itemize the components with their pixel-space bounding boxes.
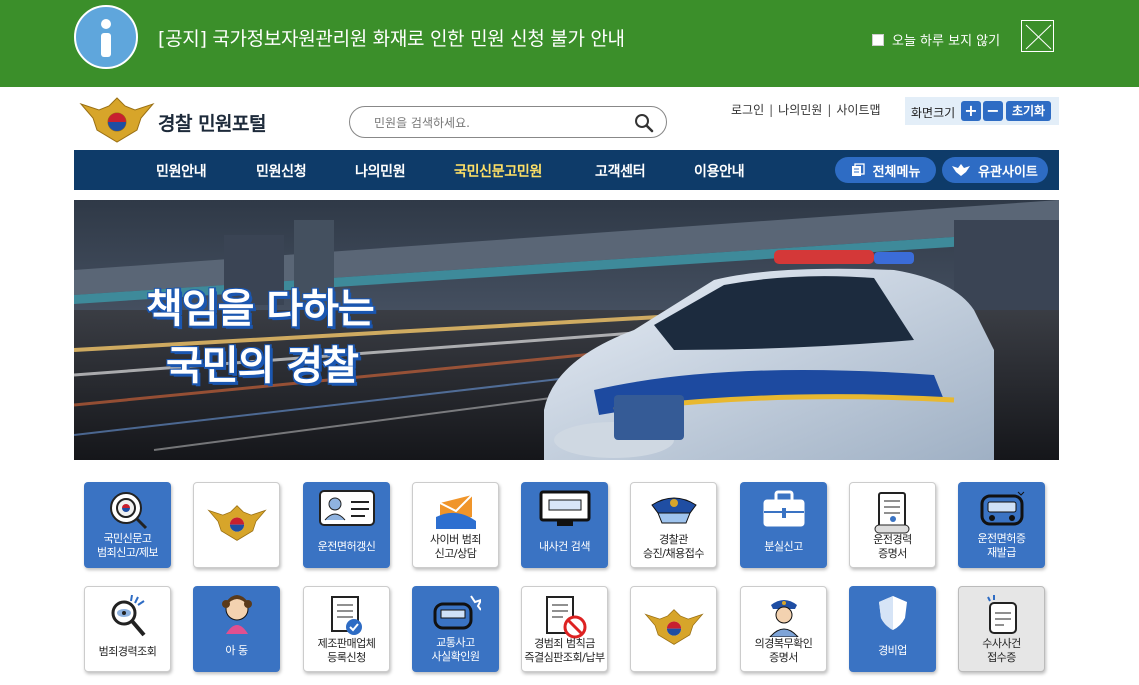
zoom-out-button[interactable]: − [983,101,1003,121]
service-tile[interactable]: 사이버 범죄 신고/상담 [412,482,499,568]
main-nav: 민원안내 민원신청 나의민원 국민신문고민원 고객센터 이용안내 전체메뉴 유관… [74,150,1059,190]
service-tile-label: 경찰관 승진/채용접수 [643,533,704,560]
close-icon [1025,24,1052,50]
related-sites-label: 유관사이트 [978,164,1038,180]
service-tile[interactable]: 분실신고 [740,482,827,568]
service-tile-label: 사이버 범죄 신고/상담 [429,533,482,560]
cyber-mail-icon [435,491,476,533]
notice-link[interactable]: [공지] 국가정보자원관리원 화재로 인한 민원 신청 불가 안내 [158,24,625,51]
nav-item-customer[interactable]: 고객센터 [595,161,646,181]
police-emblem-icon [643,607,704,651]
conscript-officer-icon [767,595,801,641]
report-target-icon [108,490,148,534]
service-tile[interactable]: 운전경력 증명서 [849,482,936,568]
search-input[interactable] [374,113,624,133]
emblem-small-icon [952,164,971,176]
related-sites-button[interactable]: 유관사이트 [942,157,1048,183]
service-tile-label: 국민신문고 범죄신고/제보 [97,532,158,559]
service-tile-label: 범죄경력조회 [98,645,157,658]
bus-reissue-icon [978,490,1026,534]
banner-headline-1: 책임을 다하는 [146,286,375,332]
child-icon [220,594,254,640]
service-tile[interactable]: 제조판매업체 등록신청 [303,586,390,672]
service-tile-label: 경비업 [878,644,907,657]
my-complaints-link[interactable]: 나의민원 [778,101,822,118]
sitemap-link[interactable]: 사이트맵 [836,101,880,118]
certificate-scroll-icon [873,491,913,539]
service-tile-label: 제조판매업체 등록신청 [317,637,376,664]
close-notice-button[interactable] [1021,20,1054,52]
lost-bag-icon [762,490,806,532]
service-tile[interactable]: 의경복무확인 증명서 [740,586,827,672]
divider: | [827,102,832,117]
service-tile-label: 운전면허증 재발급 [977,532,1026,559]
search-icon[interactable] [634,113,654,133]
service-tile[interactable]: 범죄경력조회 [84,586,171,672]
service-tile-label: 아 동 [225,644,248,657]
dismiss-today-label: 오늘 하루 보지 않기 [892,34,1001,49]
login-link[interactable]: 로그인 [731,101,764,118]
menu-doc-icon [851,163,865,176]
service-tile[interactable]: 운전면허증 재발급 [958,482,1045,568]
shield-icon [877,594,909,636]
case-receipt-icon [984,595,1020,639]
service-tile[interactable]: 국민신문고 범죄신고/제보 [84,482,171,568]
utility-links: 로그인 | 나의민원 | 사이트맵 [731,101,881,118]
nav-item-my[interactable]: 나의민원 [355,161,406,181]
car-accident-icon [431,594,483,638]
service-tile[interactable] [630,586,717,672]
divider: | [769,102,774,117]
zoom-label: 화면크기 [911,106,956,120]
service-tile[interactable]: 경범죄 범칙금 즉결심판조회/납부 [521,586,608,672]
service-tile[interactable]: 내사건 검색 [521,482,608,568]
service-tile[interactable]: 교통사고 사실확인원 [412,586,499,672]
service-tile[interactable]: 경찰관 승진/채용접수 [630,482,717,568]
dismiss-today-checkbox[interactable]: 오늘 하루 보지 않기 [872,30,1000,49]
banner-headline-2: 국민의 경찰 [166,343,359,389]
zoom-in-button[interactable]: + [961,101,981,121]
checkbox-box[interactable] [872,33,884,46]
service-tile-label: 운전경력 증명서 [873,533,912,560]
monitor-search-icon [539,490,591,532]
police-emblem-logo[interactable] [79,96,155,144]
nav-item-epeople[interactable]: 국민신문고민원 [454,161,542,181]
fine-document-icon [543,595,587,643]
service-tile-label: 운전면허갱신 [317,540,376,553]
info-icon [74,5,138,69]
nav-item-apply[interactable]: 민원신청 [256,161,307,181]
hero-banner[interactable]: 책임을 다하는 국민의 경찰 [74,200,1059,460]
document-check-icon [330,595,364,641]
magnifier-eye-icon [108,594,148,643]
service-tile[interactable] [193,482,280,568]
all-menu-label: 전체메뉴 [872,164,921,180]
notice-bar: [공지] 국가정보자원관리원 화재로 인한 민원 신청 불가 안내 오늘 하루 … [0,0,1139,87]
service-tile[interactable]: 아 동 [193,586,280,672]
police-emblem-icon [206,503,267,547]
search-box [349,106,667,138]
service-tile-label: 분실신고 [764,540,803,553]
nav-item-guide[interactable]: 민원안내 [156,161,207,181]
service-tile-label: 교통사고 사실확인원 [431,636,480,663]
service-tile-label: 의경복무확인 증명서 [754,637,813,664]
license-card-icon [318,490,375,530]
service-tile[interactable]: 수사사건 접수증 [958,586,1045,672]
service-tile[interactable]: 경비업 [849,586,936,672]
service-tile-label: 수사사건 접수증 [982,637,1021,664]
zoom-reset-button[interactable]: 초기화 [1006,101,1051,121]
police-cap-icon [650,491,698,529]
all-menu-button[interactable]: 전체메뉴 [835,157,936,183]
service-tile-label: 내사건 검색 [538,540,591,553]
nav-item-usage[interactable]: 이용안내 [694,161,745,181]
service-tile[interactable]: 운전면허갱신 [303,482,390,568]
service-tile-label: 경범죄 범칙금 즉결심판조회/납부 [524,637,605,664]
site-title[interactable]: 경찰 민원포털 [158,109,267,136]
